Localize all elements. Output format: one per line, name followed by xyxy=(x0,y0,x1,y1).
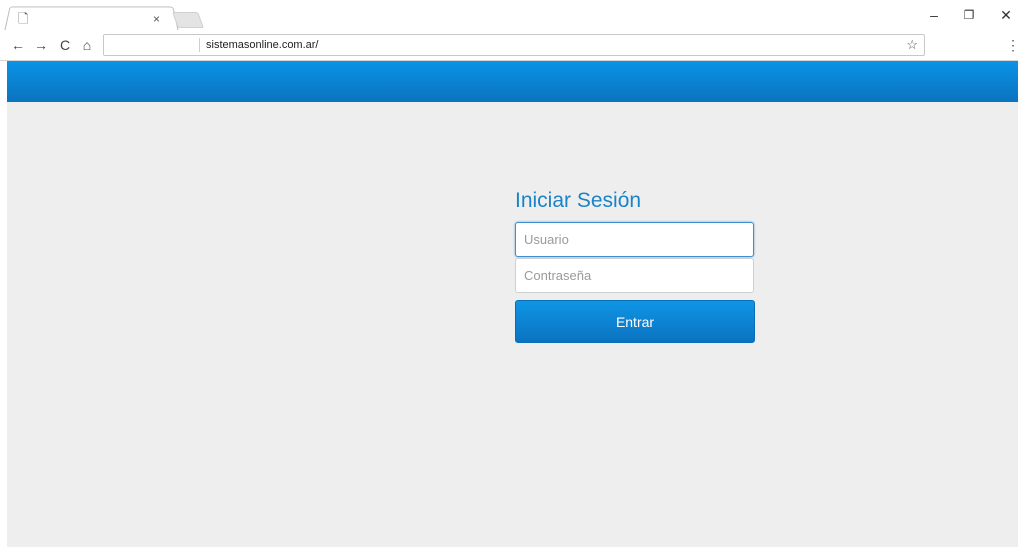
password-input[interactable] xyxy=(515,258,754,293)
home-icon[interactable]: ⌂ xyxy=(78,36,96,54)
minimize-icon[interactable]: – xyxy=(924,6,944,24)
address-bar[interactable]: sistemasonline.com.ar/ ☆ xyxy=(103,34,925,56)
tab-close-icon[interactable]: × xyxy=(153,10,160,28)
forward-icon[interactable]: → xyxy=(32,36,50,54)
browser-tabstrip: 🗋 × – ❐ ✕ xyxy=(0,0,1018,32)
login-title: Iniciar Sesión xyxy=(515,189,642,212)
address-url[interactable]: sistemasonline.com.ar/ xyxy=(206,35,319,55)
window-close-icon[interactable]: ✕ xyxy=(996,6,1016,24)
login-button[interactable]: Entrar xyxy=(515,300,755,343)
page-viewport: Iniciar Sesión Entrar xyxy=(7,61,1018,547)
page-header-bar xyxy=(7,61,1018,102)
address-divider xyxy=(199,38,200,52)
page-icon: 🗋 xyxy=(18,11,29,26)
new-tab-button[interactable] xyxy=(172,12,204,28)
reload-icon[interactable]: C xyxy=(56,36,74,54)
username-input[interactable] xyxy=(515,222,754,257)
browser-tab-content[interactable]: 🗋 × xyxy=(18,10,168,28)
browser-menu-icon[interactable]: ⋮ xyxy=(1006,36,1018,54)
back-icon[interactable]: ← xyxy=(9,36,27,54)
bookmark-star-icon[interactable]: ☆ xyxy=(906,35,918,55)
browser-toolbar: ← → C ⌂ sistemasonline.com.ar/ ☆ ⋮ xyxy=(0,30,1018,61)
restore-icon[interactable]: ❐ xyxy=(959,6,979,24)
